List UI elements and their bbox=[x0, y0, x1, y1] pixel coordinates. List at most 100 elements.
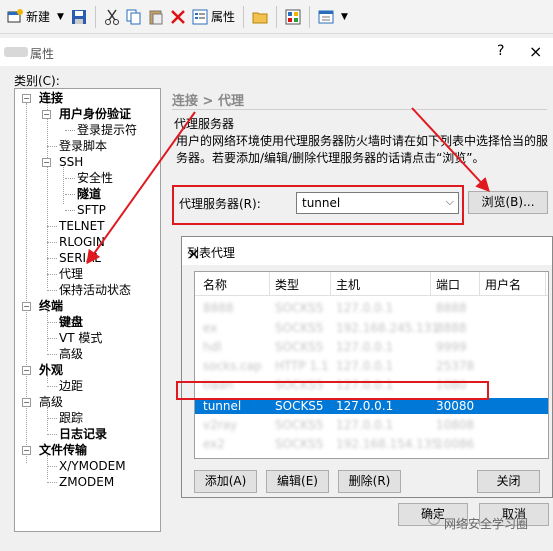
table-row[interactable]: socks.cap HTTP 1.1 127.0.0.1 25378 bbox=[195, 358, 548, 374]
tree-item[interactable]: 跟踪 bbox=[59, 410, 83, 426]
chevron-down-icon[interactable]: ▼ bbox=[341, 12, 348, 22]
close-icon[interactable]: × bbox=[187, 244, 200, 263]
tree-connector bbox=[65, 130, 75, 131]
help-button[interactable]: ? bbox=[497, 43, 504, 59]
tree-item[interactable]: 保持活动状态 bbox=[59, 282, 131, 298]
tree-item[interactable]: SERIAL bbox=[59, 250, 101, 266]
edit-proxy-button[interactable]: 编辑(E) bbox=[266, 470, 329, 493]
cell-name: ex2 bbox=[203, 437, 225, 451]
tree-connector bbox=[47, 407, 48, 431]
copy-button[interactable] bbox=[123, 4, 145, 30]
tree-item[interactable]: 安全性 bbox=[77, 170, 113, 186]
tree-item[interactable]: 隧道 bbox=[77, 186, 101, 202]
cut-icon bbox=[104, 9, 120, 25]
properties-label: 属性 bbox=[210, 10, 235, 24]
properties-button[interactable]: 属性 bbox=[189, 4, 238, 30]
tree-item[interactable]: SSH bbox=[59, 154, 83, 170]
tree-connector bbox=[47, 322, 57, 323]
close-icon[interactable]: × bbox=[529, 42, 542, 61]
cell-type: SOCKS5 bbox=[275, 340, 324, 354]
toolbar-divider bbox=[242, 5, 244, 28]
tree-connector bbox=[47, 258, 57, 259]
tree-connector bbox=[47, 434, 57, 435]
cell-port: 9999 bbox=[436, 340, 467, 354]
proxy-list-titlebar: 列表代理 × bbox=[182, 237, 552, 265]
tree-item[interactable]: 代理 bbox=[59, 266, 83, 282]
table-row[interactable]: ex SOCKS5 192.168.245.131 8888 bbox=[195, 320, 548, 336]
save-button[interactable] bbox=[68, 4, 90, 30]
breadcrumb: 连接 > 代理 bbox=[172, 94, 244, 109]
collapse-icon[interactable]: − bbox=[42, 158, 51, 167]
cell-port: 10808 bbox=[436, 418, 475, 432]
tree-item[interactable]: 连接 bbox=[39, 90, 63, 106]
tree-item[interactable]: RLOGIN bbox=[59, 234, 105, 250]
section-label: 代理服务器 bbox=[174, 117, 235, 131]
tree-connector bbox=[65, 210, 75, 211]
collapse-icon[interactable]: − bbox=[22, 94, 31, 103]
paste-button[interactable] bbox=[145, 4, 167, 30]
chevron-down-icon[interactable]: ▼ bbox=[57, 12, 64, 22]
add-proxy-button[interactable]: 添加(A) bbox=[194, 470, 257, 493]
proxy-list-view[interactable]: 名称 类型 主机 端口 用户名 8888 SOCKS5 127.0.0.1 8888 e… bbox=[194, 271, 549, 459]
delete-proxy-button[interactable]: 删除(R) bbox=[338, 470, 401, 493]
column-header-port[interactable]: 端口 bbox=[436, 276, 460, 293]
session-name-blurred bbox=[4, 47, 28, 57]
collapse-icon[interactable]: − bbox=[22, 446, 31, 455]
cell-port: 10086 bbox=[436, 437, 475, 451]
new-session-icon bbox=[7, 8, 23, 25]
proxy-list-header: 名称 类型 主机 端口 用户名 bbox=[195, 272, 548, 296]
new-session-button[interactable]: 新建 bbox=[4, 4, 53, 30]
collapse-icon[interactable]: − bbox=[22, 302, 31, 311]
table-row[interactable]: 8888 SOCKS5 127.0.0.1 8888 bbox=[195, 300, 548, 316]
tree-item[interactable]: 终端 bbox=[39, 298, 63, 314]
tree-item[interactable]: 边距 bbox=[59, 378, 83, 394]
collapse-icon[interactable]: − bbox=[22, 398, 31, 407]
proxy-list-window: 列表代理 × 名称 类型 主机 端口 用户名 8888 SOCKS5 127.0.0… bbox=[181, 236, 553, 498]
cut-button[interactable] bbox=[101, 4, 123, 30]
table-row[interactable]: hdl SOCKS5 127.0.0.1 9999 bbox=[195, 339, 548, 355]
tree-connector bbox=[65, 178, 75, 179]
table-row[interactable]: tunnel SOCKS5 127.0.0.1 30080 bbox=[195, 398, 548, 414]
tree-connector bbox=[26, 103, 27, 463]
column-separator bbox=[430, 272, 431, 296]
toolbar: 新建 ▼ 属性 ▼ bbox=[0, 0, 553, 34]
tree-item[interactable]: 键盘 bbox=[59, 314, 83, 330]
tree-item[interactable]: 高级 bbox=[39, 394, 63, 410]
delete-button[interactable] bbox=[167, 4, 189, 30]
tree-connector bbox=[47, 338, 57, 339]
tree-item[interactable]: 用户身份验证 bbox=[59, 106, 131, 122]
tree-connector bbox=[47, 146, 57, 147]
tree-item[interactable]: 外观 bbox=[39, 362, 63, 378]
close-button[interactable]: 关闭 bbox=[477, 470, 540, 493]
collapse-icon[interactable]: − bbox=[42, 110, 51, 119]
column-header-username[interactable]: 用户名 bbox=[485, 276, 521, 293]
tree-item[interactable]: VT 模式 bbox=[59, 330, 102, 346]
tree-item[interactable]: SFTP bbox=[77, 202, 106, 218]
collapse-icon[interactable]: − bbox=[22, 366, 31, 375]
table-row[interactable]: v2ray SOCKS5 127.0.0.1 10808 bbox=[195, 417, 548, 433]
properties-icon bbox=[192, 9, 208, 25]
tree-item[interactable]: 高级 bbox=[59, 346, 83, 362]
cell-type: SOCKS5 bbox=[275, 418, 324, 432]
tree-item[interactable]: 日志记录 bbox=[59, 426, 107, 442]
tree-item[interactable]: 登录提示符 bbox=[77, 122, 137, 138]
column-header-host[interactable]: 主机 bbox=[336, 276, 360, 293]
tree-connector bbox=[63, 167, 64, 204]
open-folder-button[interactable] bbox=[249, 4, 271, 30]
column-header-type[interactable]: 类型 bbox=[275, 276, 299, 293]
category-tree[interactable]: 连接 − 用户身份验证 − 登录提示符 登录脚本 SSH − 安全性 隧道 SFTP TELNET RL… bbox=[14, 88, 161, 532]
window-button[interactable] bbox=[315, 4, 337, 30]
tree-item[interactable]: X/YMODEM bbox=[59, 458, 126, 474]
browse-button[interactable]: 浏览(B)... bbox=[468, 191, 548, 214]
tool-icon bbox=[285, 9, 301, 25]
tree-item[interactable]: 文件传输 bbox=[39, 442, 87, 458]
cell-type: SOCKS5 bbox=[275, 437, 324, 451]
cell-port: 30080 bbox=[436, 399, 475, 413]
table-row[interactable]: ex2 SOCKS5 192.168.154.135 10086 bbox=[195, 436, 548, 452]
tree-item[interactable]: ZMODEM bbox=[59, 474, 114, 490]
toolbar-divider bbox=[275, 5, 277, 28]
column-header-name[interactable]: 名称 bbox=[203, 276, 227, 293]
tree-item[interactable]: TELNET bbox=[59, 218, 105, 234]
tree-item[interactable]: 登录脚本 bbox=[59, 138, 107, 154]
tool-button[interactable] bbox=[282, 4, 304, 30]
